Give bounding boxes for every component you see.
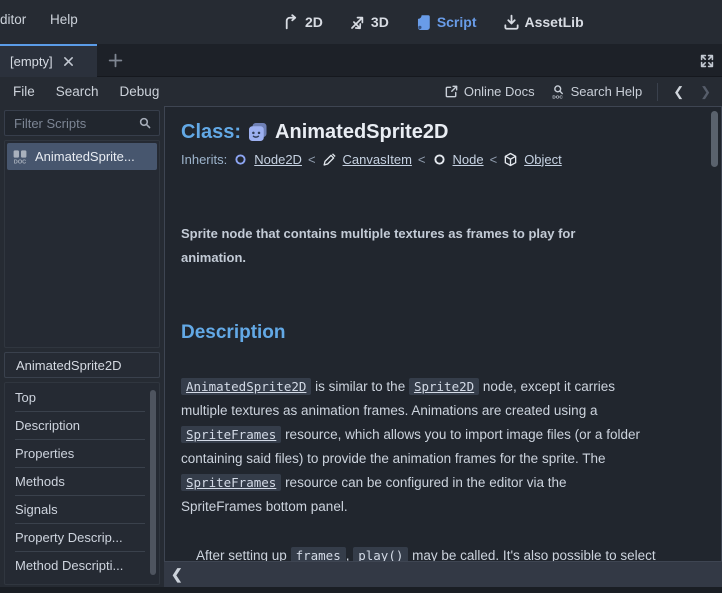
code-reference-link[interactable]: Sprite2D xyxy=(409,378,479,395)
godot-editor-window: Editor Help 2D 3D xyxy=(0,0,722,593)
search-help-icon: DOC xyxy=(551,84,566,99)
script-workspace-icon xyxy=(415,14,432,31)
script-list-item-label: AnimatedSprite... xyxy=(35,149,135,164)
search-icon xyxy=(138,116,152,130)
menu-debug[interactable]: Debug xyxy=(120,84,160,99)
distraction-free-mode-icon[interactable] xyxy=(699,53,715,69)
workspace-3d-button[interactable]: 3D xyxy=(349,14,389,31)
bottom-panel-bar: ❮ xyxy=(164,562,722,587)
node2d-icon xyxy=(233,152,248,167)
inherits-link-node[interactable]: Node xyxy=(453,152,484,167)
filter-scripts-field[interactable] xyxy=(4,110,160,136)
filter-scripts-input[interactable] xyxy=(12,115,138,132)
scripts-panel: DOC AnimatedSprite... TopDescriptionProp… xyxy=(0,106,164,587)
workspace-2d-button[interactable]: 2D xyxy=(283,14,323,31)
online-docs-button[interactable]: Online Docs xyxy=(436,84,543,99)
workspace-script-label: Script xyxy=(437,14,477,30)
script-list: DOC AnimatedSprite... xyxy=(4,140,160,348)
inherits-label: Inherits: xyxy=(181,152,227,167)
code-reference-link[interactable]: SpriteFrames xyxy=(181,426,281,443)
menu-search[interactable]: Search xyxy=(56,84,99,99)
member-item-methods[interactable]: Methods xyxy=(5,468,159,495)
tab-close-icon[interactable] xyxy=(62,55,75,68)
member-filter-field[interactable] xyxy=(4,352,160,378)
inherits-separator: < xyxy=(308,152,316,167)
class-heading: Class: AnimatedSprite2D xyxy=(181,117,705,147)
member-item-signals[interactable]: Signals xyxy=(5,496,159,523)
class-label: Class: xyxy=(181,121,241,144)
inherits-row: Inherits: Node2D < CanvasItem < xyxy=(181,150,705,168)
member-item-method-descripti[interactable]: Method Descripti... xyxy=(5,552,159,579)
workspace-assetlib-button[interactable]: AssetLib xyxy=(503,14,584,31)
workspace-assetlib-label: AssetLib xyxy=(525,14,584,30)
animatedsprite2d-class-icon xyxy=(248,122,268,142)
history-back-button[interactable]: ❮ xyxy=(665,84,692,100)
description-paragraph-1: AnimatedSprite2D is similar to the Sprit… xyxy=(181,375,705,519)
inherits-link-object[interactable]: Object xyxy=(524,152,562,167)
assetlib-download-icon xyxy=(503,14,520,31)
inherits-separator: < xyxy=(490,152,498,167)
menu-editor[interactable]: Editor xyxy=(0,12,26,27)
new-script-button[interactable] xyxy=(107,52,124,69)
class-reference-panel: Class: AnimatedSprite2D xyxy=(164,106,722,562)
collapse-panel-button[interactable]: ❮ xyxy=(171,566,183,583)
tab-label: [empty] xyxy=(10,54,53,69)
top-menu-bar: Editor Help 2D 3D xyxy=(0,0,722,44)
workspace-2d-label: 2D xyxy=(305,14,323,30)
doc-column: Class: AnimatedSprite2D xyxy=(164,106,722,587)
menu-file[interactable]: File xyxy=(13,84,35,99)
inherits-separator: < xyxy=(418,152,426,167)
description-paragraph-2: After setting up frames, play() may be c… xyxy=(181,544,705,562)
code-reference-link[interactable]: play() xyxy=(353,547,408,562)
doc-scrollbar[interactable] xyxy=(711,111,718,167)
code-reference-link[interactable]: SpriteFrames xyxy=(181,474,281,491)
workspace-script-button[interactable]: Script xyxy=(415,14,477,31)
member-item-top[interactable]: Top xyxy=(5,384,159,411)
2d-workspace-icon xyxy=(283,14,300,31)
description-heading: Description xyxy=(181,322,705,348)
node-icon xyxy=(432,152,447,167)
menu-help[interactable]: Help xyxy=(50,12,78,27)
script-list-item-animatedsprite2d[interactable]: DOC AnimatedSprite... xyxy=(7,143,157,170)
object-cube-icon xyxy=(503,152,518,167)
workspace-switcher: 2D 3D Script xyxy=(283,0,584,44)
inherits-link-canvasitem[interactable]: CanvasItem xyxy=(343,152,412,167)
code-reference-link[interactable]: AnimatedSprite2D xyxy=(181,378,311,395)
member-list-scrollbar[interactable] xyxy=(150,390,156,575)
code-reference-link[interactable]: frames xyxy=(291,547,346,562)
search-help-button[interactable]: DOC Search Help xyxy=(543,84,651,99)
toolbar-separator xyxy=(657,83,658,101)
member-filter-input[interactable] xyxy=(14,357,150,374)
script-editor-menu-row: File Search Debug Online Docs DOC Search… xyxy=(0,77,722,106)
canvasitem-icon xyxy=(322,152,337,167)
class-name: AnimatedSprite2D xyxy=(275,121,448,144)
external-link-icon xyxy=(444,84,459,99)
search-help-label: Search Help xyxy=(571,84,643,99)
history-forward-button[interactable]: ❯ xyxy=(692,84,719,100)
inherits-link-node2d[interactable]: Node2D xyxy=(254,152,302,167)
member-item-description[interactable]: Description xyxy=(5,412,159,439)
window-bottom-edge xyxy=(0,587,722,593)
member-item-property-descrip[interactable]: Property Descrip... xyxy=(5,524,159,551)
class-doc-icon: DOC xyxy=(12,149,28,165)
svg-text:DOC: DOC xyxy=(552,94,563,99)
brief-description: Sprite node that contains multiple textu… xyxy=(181,222,705,270)
tab-empty[interactable]: [empty] xyxy=(0,44,97,77)
script-tab-strip: [empty] xyxy=(0,44,722,77)
member-list: TopDescriptionPropertiesMethodsSignalsPr… xyxy=(4,382,160,585)
online-docs-label: Online Docs xyxy=(464,84,535,99)
member-item-properties[interactable]: Properties xyxy=(5,440,159,467)
main-area: DOC AnimatedSprite... TopDescriptionProp… xyxy=(0,106,722,587)
workspace-3d-label: 3D xyxy=(371,14,389,30)
svg-text:DOC: DOC xyxy=(14,159,26,164)
3d-workspace-icon xyxy=(349,14,366,31)
